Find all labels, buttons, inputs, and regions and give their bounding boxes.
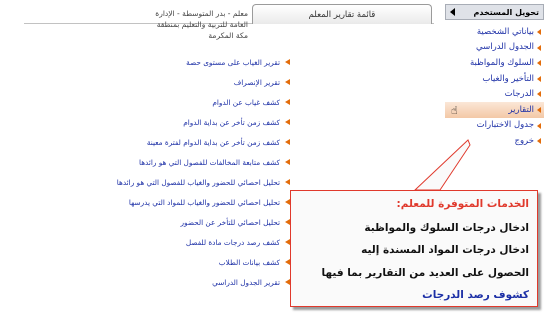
- bullet-icon: [537, 44, 541, 51]
- services-callout: الخدمات المتوفرة للمعلم: ادخال درجات الس…: [290, 190, 538, 307]
- bullet-icon: [537, 106, 541, 113]
- sidebar-menu: بياناتي الشخصية الجدول الدراسي السلوك وا…: [445, 24, 544, 149]
- report-link[interactable]: كشف غياب عن الدوام: [88, 92, 292, 112]
- bullet-icon: [285, 159, 290, 165]
- bullet-icon: [285, 99, 290, 105]
- sidebar-item-exam-schedule[interactable]: جدول الاختبارات: [445, 118, 544, 134]
- callout-line: الحصول على العديد من التقارير بما فيها: [321, 267, 529, 279]
- sidebar-item-label: الدرجات: [504, 89, 534, 100]
- sidebar-item-reports[interactable]: التقارير ☝: [445, 101, 544, 118]
- report-link[interactable]: كشف زمن تأخر عن بداية الدوام: [88, 112, 292, 132]
- tab-label: قائمة تقارير المعلم: [308, 9, 376, 20]
- bullet-icon: [537, 91, 541, 98]
- bullet-icon: [285, 119, 290, 125]
- breadcrumb-line: معلم - بدر المتوسطة - الإدارة العامة للت…: [155, 9, 248, 29]
- sidebar-item-label: بياناتي الشخصية: [476, 26, 534, 37]
- breadcrumb: معلم - بدر المتوسطة - الإدارة العامة للت…: [148, 8, 248, 42]
- bullet-icon: [537, 29, 541, 35]
- sidebar-item-grades[interactable]: الدرجات: [445, 86, 544, 102]
- hand-cursor-icon: ☝: [451, 103, 458, 117]
- sidebar-item-lateness-absence[interactable]: التأخير والغياب: [445, 71, 544, 87]
- arrow-left-icon[interactable]: [450, 8, 455, 16]
- bullet-icon: [537, 75, 541, 82]
- report-link[interactable]: تقرير الجدول الدراسي: [88, 272, 292, 292]
- sidebar-item-personal-data[interactable]: بياناتي الشخصية: [445, 24, 544, 40]
- callout-line: كشوف رصد الدرجات: [422, 289, 529, 301]
- report-label: كشف رصد درجات مادة للفصل: [185, 237, 280, 247]
- breadcrumb-line: مكة المكرمة: [208, 31, 248, 40]
- sidebar-item-behavior[interactable]: السلوك والمواظبة: [445, 55, 544, 71]
- bullet-icon: [537, 138, 541, 145]
- report-label: تقرير الجدول الدراسي: [212, 277, 280, 287]
- report-label: كشف زمن تأخر عن بداية الدوام لفترة معينة: [146, 137, 280, 147]
- bullet-icon: [537, 60, 541, 67]
- sidebar-item-label: التقارير: [508, 104, 534, 115]
- report-label: تحليل احصائي للحضور والغياب للمواد التي …: [128, 197, 280, 207]
- report-link[interactable]: كشف بيانات الطلاب: [88, 252, 292, 272]
- report-label: كشف متابعة المخالفات للفصول التي هو رائد…: [138, 157, 280, 167]
- sidebar-item-schedule[interactable]: الجدول الدراسي: [445, 40, 544, 56]
- report-link[interactable]: تقرير الإنصراف: [88, 72, 292, 92]
- sidebar-header[interactable]: تحويل المستخدم: [445, 4, 544, 20]
- bullet-icon: [537, 122, 541, 129]
- report-label: تقرير الغياب على مستوى حصة: [186, 57, 280, 67]
- reports-list: تقرير الغياب على مستوى حصة تقرير الإنصرا…: [88, 52, 292, 292]
- callout-line: ادخال درجات السلوك والمواظبة: [364, 222, 529, 234]
- bullet-icon: [285, 139, 290, 145]
- report-link[interactable]: كشف رصد درجات مادة للفصل: [88, 232, 292, 252]
- sidebar-item-logout[interactable]: خروج: [445, 133, 544, 149]
- sidebar-item-label: جدول الاختبارات: [476, 120, 534, 131]
- report-label: كشف غياب عن الدوام: [212, 97, 280, 107]
- user-sidebar: تحويل المستخدم بياناتي الشخصية الجدول ال…: [445, 4, 544, 204]
- bullet-icon: [285, 79, 290, 85]
- sidebar-item-label: خروج: [514, 135, 534, 146]
- report-label: تحليل احصائي للحضور والغياب للفصول التي …: [116, 177, 280, 187]
- bullet-icon: [285, 59, 290, 65]
- report-label: تحليل احصائي للتأخر عن الحضور: [180, 217, 280, 227]
- sidebar-header-label: تحويل المستخدم: [473, 7, 539, 17]
- callout-line: ادخال درجات المواد المسندة إليه: [361, 244, 529, 256]
- tab-teacher-reports[interactable]: قائمة تقارير المعلم: [252, 4, 432, 24]
- report-link[interactable]: تقرير الغياب على مستوى حصة: [88, 52, 292, 72]
- bullet-icon: [285, 179, 290, 185]
- callout-title: الخدمات المتوفرة للمعلم:: [396, 198, 529, 210]
- report-link[interactable]: كشف متابعة المخالفات للفصول التي هو رائد…: [88, 152, 292, 172]
- sidebar-item-label: السلوك والمواظبة: [469, 57, 534, 68]
- report-link[interactable]: كشف زمن تأخر عن بداية الدوام لفترة معينة: [88, 132, 292, 152]
- report-label: كشف زمن تأخر عن بداية الدوام: [183, 117, 280, 127]
- sidebar-item-label: الجدول الدراسي: [476, 42, 534, 53]
- report-label: كشف بيانات الطلاب: [218, 257, 280, 267]
- report-label: تقرير الإنصراف: [233, 77, 280, 87]
- sidebar-item-label: التأخير والغياب: [482, 73, 534, 84]
- report-link[interactable]: تحليل احصائي للتأخر عن الحضور: [88, 212, 292, 232]
- report-link[interactable]: تحليل احصائي للحضور والغياب للفصول التي …: [88, 172, 292, 192]
- report-link[interactable]: تحليل احصائي للحضور والغياب للمواد التي …: [88, 192, 292, 212]
